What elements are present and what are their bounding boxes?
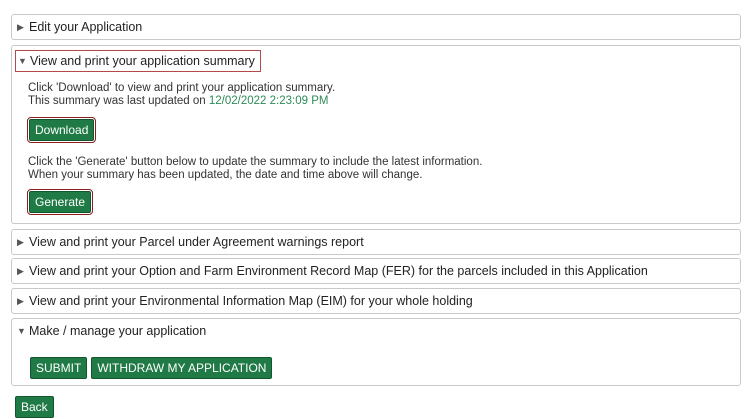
panel-title-application-summary: View and print your application summary bbox=[30, 54, 255, 68]
panel-header-eim-map[interactable]: ▶ View and print your Environmental Info… bbox=[12, 289, 740, 313]
panel-manage-application: ▼ Make / manage your application SUBMIT … bbox=[11, 318, 741, 386]
back-button[interactable]: Back bbox=[15, 396, 54, 418]
application-page: ▶ Edit your Application ▼ View and print… bbox=[0, 0, 745, 419]
generate-instructions: Click the 'Generate' button below to upd… bbox=[28, 156, 482, 182]
triangle-right-icon: ▶ bbox=[17, 296, 24, 306]
download-instruction-text: Click 'Download' to view and print your … bbox=[28, 82, 336, 94]
panel-application-summary: ▼ View and print your application summar… bbox=[11, 45, 741, 224]
panel-title-option-fer-map: View and print your Option and Farm Envi… bbox=[29, 264, 648, 278]
generate-instruction-text-2: When your summary has been updated, the … bbox=[28, 169, 423, 181]
triangle-right-icon: ▶ bbox=[17, 237, 24, 247]
panel-title-manage-application: Make / manage your application bbox=[29, 324, 207, 338]
panel-header-manage-application[interactable]: ▼ Make / manage your application bbox=[12, 319, 740, 343]
panel-title-parcel-warnings: View and print your Parcel under Agreeme… bbox=[29, 235, 364, 249]
generate-button[interactable]: Generate bbox=[26, 189, 94, 215]
download-instructions: Click 'Download' to view and print your … bbox=[28, 82, 335, 108]
panel-header-option-fer-map[interactable]: ▶ View and print your Option and Farm En… bbox=[12, 259, 740, 283]
last-updated-line: This summary was last updated on 12/02/2… bbox=[28, 95, 335, 108]
panel-title-eim-map: View and print your Environmental Inform… bbox=[29, 294, 473, 308]
panel-title-edit-application: Edit your Application bbox=[29, 20, 143, 34]
submit-button[interactable]: SUBMIT bbox=[30, 357, 88, 379]
last-updated-label: This summary was last updated on bbox=[28, 95, 209, 107]
withdraw-application-button[interactable]: WITHDRAW MY APPLICATION bbox=[91, 357, 273, 379]
triangle-right-icon: ▶ bbox=[17, 266, 24, 276]
panel-header-parcel-warnings[interactable]: ▶ View and print your Parcel under Agree… bbox=[12, 230, 740, 254]
triangle-right-icon: ▶ bbox=[17, 22, 24, 32]
triangle-down-icon: ▼ bbox=[17, 326, 26, 336]
panel-eim-map: ▶ View and print your Environmental Info… bbox=[11, 288, 741, 314]
panel-header-edit-application[interactable]: ▶ Edit your Application bbox=[12, 15, 740, 39]
panel-header-application-summary[interactable]: ▼ View and print your application summar… bbox=[15, 50, 261, 72]
manage-actions: SUBMIT WITHDRAW MY APPLICATION bbox=[30, 357, 273, 379]
download-button[interactable]: Download bbox=[26, 117, 97, 143]
last-updated-date: 12/02/2022 2:23:09 PM bbox=[208, 95, 329, 107]
panel-parcel-warnings: ▶ View and print your Parcel under Agree… bbox=[11, 229, 741, 255]
panel-edit-application: ▶ Edit your Application bbox=[11, 14, 741, 40]
generate-instruction-text-1: Click the 'Generate' button below to upd… bbox=[28, 156, 483, 168]
panel-option-fer-map: ▶ View and print your Option and Farm En… bbox=[11, 258, 741, 284]
triangle-down-icon: ▼ bbox=[18, 56, 27, 66]
